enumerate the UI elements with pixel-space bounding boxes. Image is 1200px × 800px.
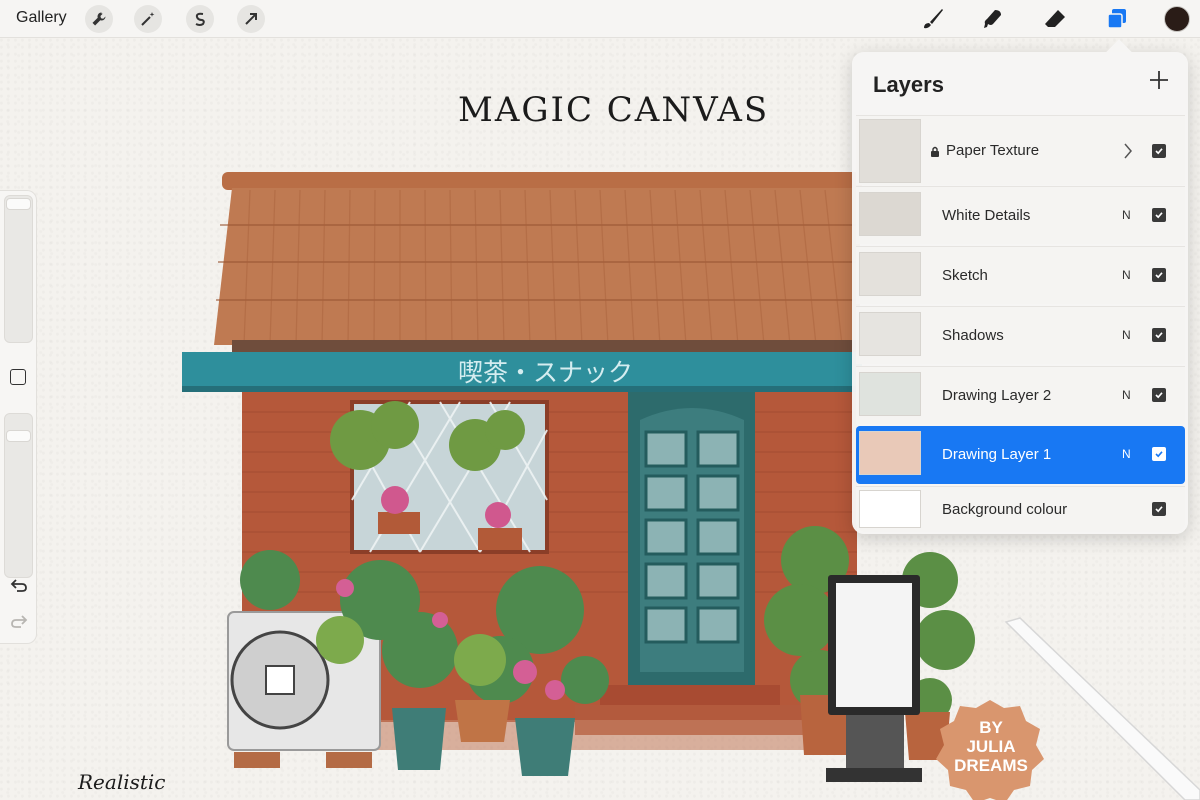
layer-thumbnail[interactable] [859,372,921,416]
chevron-right-icon[interactable] [1122,141,1134,161]
brush-icon[interactable] [918,4,948,34]
layer-name: Shadows [942,327,1004,344]
top-toolbar: Gallery [0,0,1200,38]
layer-visibility-checkbox[interactable] [1152,144,1166,158]
shop-sign: 喫茶・スナック [458,358,633,387]
layer-thumbnail[interactable] [859,252,921,296]
layer-visibility-checkbox[interactable] [1152,328,1166,342]
layer-blend-mode[interactable]: N [1122,268,1131,282]
layer-name: Paper Texture [946,142,1040,159]
selection-s-icon[interactable] [186,5,214,33]
artwork-title: MAGIC CANVAS [458,90,770,130]
layer-visibility-checkbox[interactable] [1152,208,1166,222]
layer-thumbnail[interactable] [859,312,921,356]
layer-row-drawing-layer-2[interactable]: Drawing Layer 2 N [856,366,1185,424]
badge-line: DREAMS [954,756,1028,775]
layer-thumbnail[interactable] [859,119,921,183]
author-badge: BY JULIA DREAMS [936,718,1046,775]
left-sidebar [0,190,37,644]
color-picker-button[interactable] [1164,6,1190,32]
eraser-icon[interactable] [1040,4,1070,34]
layers-panel: Layers Paper Texture White Details N Ske… [852,52,1188,534]
undo-icon[interactable] [9,577,29,593]
layer-name: Drawing Layer 1 [942,446,1052,463]
layer-thumbnail[interactable] [859,192,921,236]
layer-visibility-checkbox[interactable] [1152,447,1166,461]
layers-panel-title: Layers [873,72,944,97]
layer-blend-mode[interactable]: N [1122,447,1131,461]
layer-visibility-checkbox[interactable] [1152,388,1166,402]
layer-row-paper-texture[interactable]: Paper Texture [856,115,1185,185]
lock-icon [931,146,939,157]
badge-line: JULIA [966,737,1016,756]
modify-square-icon[interactable] [10,369,26,385]
layer-name: Background colour [942,501,1068,518]
gallery-button[interactable]: Gallery [16,9,67,27]
layer-name: Drawing Layer 2 [942,387,1052,404]
layer-name: White Details [942,207,1031,224]
artwork-caption: Realistic [78,770,166,794]
plus-icon[interactable] [1147,68,1171,92]
layer-blend-mode[interactable]: N [1122,208,1131,222]
badge-line: BY [979,718,1003,737]
smudge-icon[interactable] [978,4,1008,34]
redo-icon[interactable] [9,613,29,629]
layer-row-white-details[interactable]: White Details N [856,186,1185,244]
layer-row-background-colour[interactable]: Background colour [856,486,1185,532]
brush-size-knob[interactable] [6,198,31,210]
layer-blend-mode[interactable]: N [1122,388,1131,402]
layer-visibility-checkbox[interactable] [1152,502,1166,516]
wrench-icon[interactable] [85,5,113,33]
opacity-slider[interactable] [4,413,33,578]
layers-icon[interactable] [1102,4,1132,34]
layer-thumbnail[interactable] [859,431,921,475]
layer-blend-mode[interactable]: N [1122,328,1131,342]
opacity-knob[interactable] [6,430,31,442]
brush-size-slider[interactable] [4,195,33,343]
arrow-cursor-icon[interactable] [237,5,265,33]
magic-wand-icon[interactable] [134,5,162,33]
layer-row-drawing-layer-1[interactable]: Drawing Layer 1 N [856,426,1185,484]
layer-row-sketch[interactable]: Sketch N [856,246,1185,304]
layer-name: Sketch [942,267,988,284]
layer-thumbnail[interactable] [859,490,921,528]
layer-visibility-checkbox[interactable] [1152,268,1166,282]
layer-row-shadows[interactable]: Shadows N [856,306,1185,364]
